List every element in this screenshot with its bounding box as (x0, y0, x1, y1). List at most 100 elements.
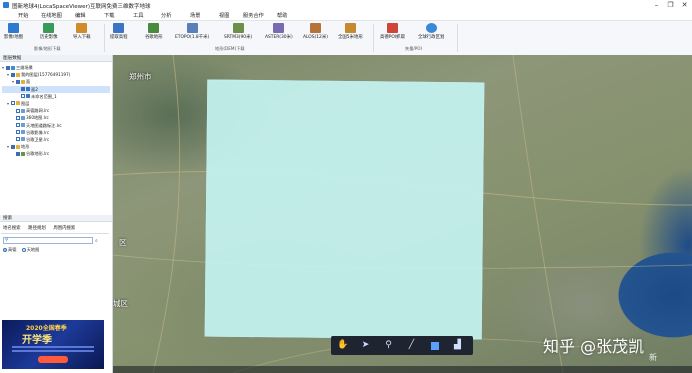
ad-decoration (12, 350, 94, 352)
search-tabs: 地名搜索 路径规划 周围内搜索 (3, 225, 81, 231)
layer-checkbox[interactable] (16, 137, 20, 142)
ad-line-2: 开学季 (22, 335, 52, 346)
admin-boundary-button[interactable]: 全球行政区划 (418, 23, 444, 40)
tab-nearby-search[interactable]: 周围内搜索 (53, 226, 75, 231)
group-separator (373, 24, 374, 52)
tree-row-google-imagery[interactable]: 谷歌影像.lrc (2, 129, 110, 136)
layer-checkbox[interactable] (16, 79, 20, 84)
layer-checkbox[interactable] (11, 72, 15, 77)
layer-checkbox[interactable] (16, 115, 20, 120)
layer-checkbox[interactable] (11, 144, 15, 149)
alos-icon (309, 23, 321, 33)
tree-row-tianditu-labels[interactable]: 天地图道路标注.lrc (2, 122, 110, 129)
tree-row-amap-roads[interactable]: 高德路网.lrc (2, 107, 110, 114)
menu-download[interactable]: 下载 (104, 12, 114, 19)
chart-icon[interactable]: ▟ (452, 340, 463, 351)
tree-row-polygon-2[interactable]: 面2 (2, 85, 110, 93)
polygon-icon (26, 87, 30, 92)
menu-view[interactable]: 视图 (219, 12, 229, 19)
map-view[interactable]: 郑州市 区 城区 ✋ ➤ ⚲ ╱ ▟ 知乎 @张茂凯 新 (113, 55, 692, 373)
group-label-dem-download: 地形(DEM)下载 (215, 46, 245, 51)
layer-checkbox[interactable] (21, 94, 25, 99)
menu-edit[interactable]: 编辑 (75, 12, 85, 19)
ribbon-toolbar: 影像/地图 历史影像 导入下载 影像/地形下载 提取高程 谷歌地形 ETOPO(… (0, 20, 692, 56)
tree-row-google-satellite[interactable]: 谷歌卫星.lrc (2, 136, 110, 143)
menu-services[interactable]: 服务合作 (243, 12, 264, 19)
menu-online-map[interactable]: 在线地图 (41, 12, 62, 19)
amap-poi-button[interactable]: 高德POI抓取 (380, 23, 405, 40)
imagery-icon (8, 23, 20, 33)
placemark-icon[interactable]: ⚲ (383, 340, 394, 351)
imagery-map-button[interactable]: 影像/地图 (4, 23, 23, 40)
tree-row-polygon-folder[interactable]: ▾ 面 (2, 78, 110, 85)
folder-icon (16, 101, 20, 106)
radio-amap[interactable] (3, 247, 7, 252)
tab-route-planning[interactable]: 路径规划 (28, 226, 46, 231)
layers-panel-title: 图层数据 (0, 55, 112, 62)
polygon-icon (26, 94, 30, 99)
watermark-sub: 新 (649, 353, 657, 362)
layer-checkbox[interactable] (11, 101, 15, 106)
map-label-district-2: 城区 (113, 299, 128, 308)
layer-checkbox[interactable] (16, 108, 20, 113)
aster-button[interactable]: ASTER(30米) (265, 23, 293, 40)
history-imagery-button[interactable]: 历史影像 (40, 23, 58, 40)
tree-row-layers[interactable]: ▾ 图层 (2, 100, 110, 107)
tree-row-google-terrain[interactable]: 谷歌地形.lrc (2, 150, 110, 157)
extract-elevation-button[interactable]: 提取高程 (110, 23, 128, 40)
menu-scene[interactable]: 场景 (190, 12, 200, 19)
polygon-overlay[interactable] (204, 79, 485, 340)
tab-place-search[interactable]: 地名搜索 (3, 226, 21, 231)
group-label-vector-poi: 矢量/POI (405, 46, 422, 51)
advertisement-banner[interactable]: 2020全国春季 开学季 (2, 320, 104, 369)
tree-row-360-map[interactable]: 360地图.lrc (2, 114, 110, 121)
polygon-draw-icon[interactable] (429, 340, 440, 351)
import-download-button[interactable]: 导入下载 (73, 23, 91, 40)
alos-button[interactable]: ALOS(12米) (303, 23, 328, 40)
layer-tree: ▾ 三维场景 ▾ 我的图层(15776491197) ▾ 面 面2 未命名范围_1 ▾… (2, 64, 110, 157)
menu-analysis[interactable]: 分析 (161, 12, 171, 19)
line-draw-icon[interactable]: ╱ (406, 340, 417, 351)
aster-icon (273, 23, 285, 33)
layer-checkbox[interactable] (6, 65, 10, 70)
polygon-swatch (430, 341, 439, 350)
srtm3-button[interactable]: SRTM3(90米) (224, 23, 252, 40)
layer-checkbox[interactable] (16, 123, 20, 127)
pan-hand-icon[interactable]: ✋ (337, 340, 348, 351)
terrain-5m-button[interactable]: 全国5米地形 (338, 23, 363, 40)
map-label-district-1: 区 (119, 238, 127, 247)
tree-row-my-layers[interactable]: ▾ 我的图层(15776491197) (2, 71, 110, 78)
window-title: 图新地球4(LocaSpaceViewer)互联网免费三维数字地球 (12, 4, 151, 10)
folder-icon (16, 72, 20, 77)
menu-start[interactable]: 开始 (18, 12, 28, 19)
menu-help[interactable]: 帮助 (277, 12, 287, 19)
tree-row-terrain[interactable]: ▾ 地形 (2, 143, 110, 150)
layer-checkbox[interactable] (21, 87, 25, 92)
ad-decoration (12, 346, 94, 348)
left-panel: 图层数据 ▾ 三维场景 ▾ 我的图层(15776491197) ▾ 面 面2 未命名范… (0, 55, 113, 373)
select-arrow-icon[interactable]: ➤ (360, 340, 371, 351)
search-input[interactable]: ⚲ (3, 237, 93, 244)
location-pin-icon: ⚲ (5, 238, 9, 243)
etopo-button[interactable]: ETOPO(1.8千米) (175, 23, 209, 40)
menu-tools[interactable]: 工具 (133, 12, 143, 19)
layer-checkbox[interactable] (16, 151, 20, 156)
minimize-button[interactable]: – (652, 1, 661, 10)
app-logo-icon (3, 2, 9, 8)
layer-checkbox[interactable] (16, 130, 20, 135)
close-button[interactable]: ✕ (680, 1, 689, 10)
maximize-button[interactable]: ❐ (666, 1, 675, 10)
google-terrain-button[interactable]: 谷歌地形 (145, 23, 163, 40)
tree-row-scene[interactable]: ▾ 三维场景 (2, 64, 110, 71)
map-status-bar (113, 366, 692, 373)
ad-cta-button[interactable] (38, 356, 68, 363)
radio-tianditu[interactable] (21, 247, 26, 252)
folder-icon (21, 79, 25, 84)
search-icon[interactable]: ⌕ (95, 238, 103, 244)
admin-boundary-icon (425, 23, 437, 33)
provider-radios: 高德 天地图 (3, 247, 39, 253)
tree-row-unnamed-range[interactable]: 未命名范围_1 (2, 93, 110, 100)
search-panel-title: 搜索 (0, 215, 112, 222)
group-separator (104, 24, 105, 52)
folder-icon (16, 144, 20, 149)
